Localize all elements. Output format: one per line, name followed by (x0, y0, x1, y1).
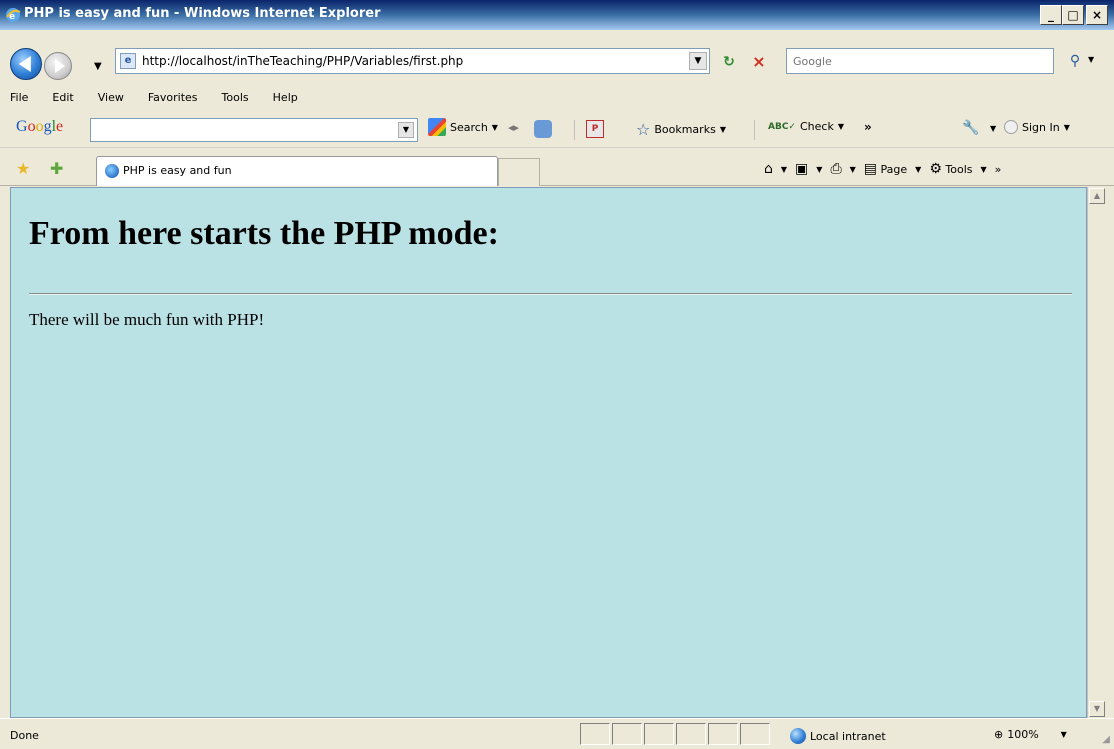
svg-text:e: e (9, 12, 15, 22)
google-toolbar: Google ▼ Search ▼ ◂▸ P ☆ Bookmarks ▼ ABC… (0, 108, 1114, 148)
sign-in-button[interactable]: Sign In ▼ (1004, 120, 1070, 134)
menu-view[interactable]: View (98, 91, 124, 104)
minimize-button[interactable]: _ (1040, 5, 1062, 25)
recent-pages-dropdown[interactable]: ▼ (94, 61, 102, 72)
title-bar: e PHP is easy and fun - Windows Internet… (0, 0, 1114, 30)
popup-blocker-icon[interactable]: P (586, 120, 604, 138)
address-url[interactable]: http://localhost/inTheTeaching/PHP/Varia… (142, 54, 463, 68)
tab-title: PHP is easy and fun (123, 164, 232, 177)
wrench-icon[interactable]: 🔧 (962, 120, 979, 136)
tab-active[interactable]: PHP is easy and fun (96, 156, 498, 186)
tab-ie-icon (105, 164, 119, 178)
maximize-button[interactable]: □ (1062, 5, 1084, 25)
search-icon[interactable]: ⚲ (1060, 48, 1090, 74)
zone-label: Local intranet (810, 729, 886, 743)
forward-button[interactable] (44, 52, 72, 80)
menu-help[interactable]: Help (273, 91, 298, 104)
status-panel (676, 723, 706, 745)
search-field[interactable] (786, 48, 1054, 74)
check-label: Check (799, 120, 834, 133)
status-panels (580, 723, 770, 745)
feeds-icon[interactable]: ▣ (795, 161, 808, 177)
status-bar: Done Local intranet ⊕ 100% ▼ ◢ (0, 718, 1114, 749)
sign-in-label: Sign In (1022, 120, 1060, 134)
page-label: Page (880, 163, 908, 176)
page-paragraph: There will be much fun with PHP! (29, 310, 265, 329)
puzzle-icon[interactable] (534, 120, 552, 138)
print-icon[interactable]: ⎙ (830, 161, 841, 177)
add-favorite-icon[interactable]: ✚ (50, 159, 63, 178)
resize-grip-icon[interactable]: ◢ (1102, 734, 1110, 745)
back-arrow-icon (18, 56, 31, 72)
command-bar: ⌂ ▼ ▣ ▼ ⎙ ▼ ▤ Page ▼ ⚙ Tools ▼ » (764, 161, 1002, 177)
gear-icon: ⚙ (929, 161, 942, 177)
google-search-input[interactable] (90, 118, 418, 142)
browser-window: e PHP is easy and fun - Windows Internet… (0, 0, 1114, 749)
bookmark-star-icon: ☆ (636, 120, 651, 139)
zoom-icon: ⊕ (994, 728, 1004, 741)
tools-menu[interactable]: ⚙ Tools (929, 161, 972, 177)
page-icon: e (120, 53, 136, 69)
tools-label: Tools (945, 163, 973, 176)
page-content: From here starts the PHP mode: There wil… (10, 187, 1087, 718)
stop-icon[interactable]: × (748, 51, 770, 73)
close-button[interactable]: × (1086, 5, 1108, 25)
spellcheck-button[interactable]: ABC✓ Check ▼ (768, 120, 844, 133)
google-search-icon (428, 118, 446, 136)
new-tab-button[interactable] (498, 158, 540, 186)
menu-favorites[interactable]: Favorites (148, 91, 198, 104)
bookmarks-label: Bookmarks (654, 123, 716, 136)
address-dropdown-icon[interactable]: ▼ (689, 52, 707, 70)
toolbar-arrows-icon[interactable]: ◂▸ (508, 121, 519, 134)
google-logo: Google (16, 118, 64, 135)
zoom-dropdown-icon[interactable]: ▼ (1061, 730, 1067, 739)
home-icon[interactable]: ⌂ (764, 161, 773, 177)
google-search-dropdown[interactable]: ▼ (398, 122, 414, 138)
window-controls: _ □ × (1040, 5, 1108, 25)
intranet-globe-icon (790, 728, 806, 744)
google-search-button[interactable]: Search ▼ (428, 118, 498, 136)
status-panel (644, 723, 674, 745)
menu-bar: File Edit View Favorites Tools Help (0, 86, 1114, 108)
command-more-button[interactable]: » (995, 163, 1002, 176)
window-title: PHP is easy and fun - Windows Internet E… (24, 6, 381, 21)
tab-row: ★ ✚ PHP is easy and fun ⌂ ▼ ▣ ▼ ⎙ ▼ ▤ Page … (0, 149, 1114, 186)
vertical-scrollbar[interactable]: ▲ ▼ (1087, 187, 1105, 718)
scroll-up-icon[interactable]: ▲ (1089, 188, 1105, 204)
back-button[interactable] (10, 48, 42, 80)
wrench-dropdown[interactable]: ▼ (990, 124, 996, 133)
address-bar[interactable]: e http://localhost/inTheTeaching/PHP/Var… (115, 48, 710, 74)
menu-edit[interactable]: Edit (52, 91, 73, 104)
scroll-down-icon[interactable]: ▼ (1089, 701, 1105, 717)
menu-file[interactable]: File (10, 91, 28, 104)
search-input[interactable] (787, 49, 1053, 73)
toolbar-more-button[interactable]: » (864, 120, 872, 134)
ie-logo-icon: e (6, 8, 21, 22)
zoom-level: 100% (1007, 728, 1039, 741)
status-panel (580, 723, 610, 745)
address-row: ▼ e http://localhost/inTheTeaching/PHP/V… (0, 30, 1114, 86)
page-icon-small: ▤ (863, 161, 878, 177)
page-heading: From here starts the PHP mode: (29, 215, 499, 252)
search-options-dropdown[interactable]: ▼ (1088, 55, 1094, 64)
user-circle-icon (1004, 120, 1018, 134)
refresh-icon[interactable]: ↻ (718, 51, 740, 73)
status-panel (708, 723, 738, 745)
bookmarks-button[interactable]: ☆ Bookmarks ▼ (636, 120, 726, 139)
horizontal-rule (29, 293, 1072, 295)
menu-tools[interactable]: Tools (222, 91, 249, 104)
page-menu[interactable]: ▤ Page (864, 161, 907, 177)
toolbar-separator (574, 120, 575, 140)
toolbar-separator (754, 120, 755, 140)
google-search-label: Search (450, 120, 488, 134)
security-zone[interactable]: Local intranet (790, 728, 886, 744)
status-panel (740, 723, 770, 745)
spellcheck-icon: ABC✓ (768, 121, 796, 132)
favorites-star-icon[interactable]: ★ (16, 159, 30, 178)
forward-arrow-icon (55, 59, 65, 73)
zoom-control[interactable]: ⊕ 100% ▼ (994, 728, 1067, 741)
status-panel (612, 723, 642, 745)
status-text: Done (10, 729, 39, 742)
